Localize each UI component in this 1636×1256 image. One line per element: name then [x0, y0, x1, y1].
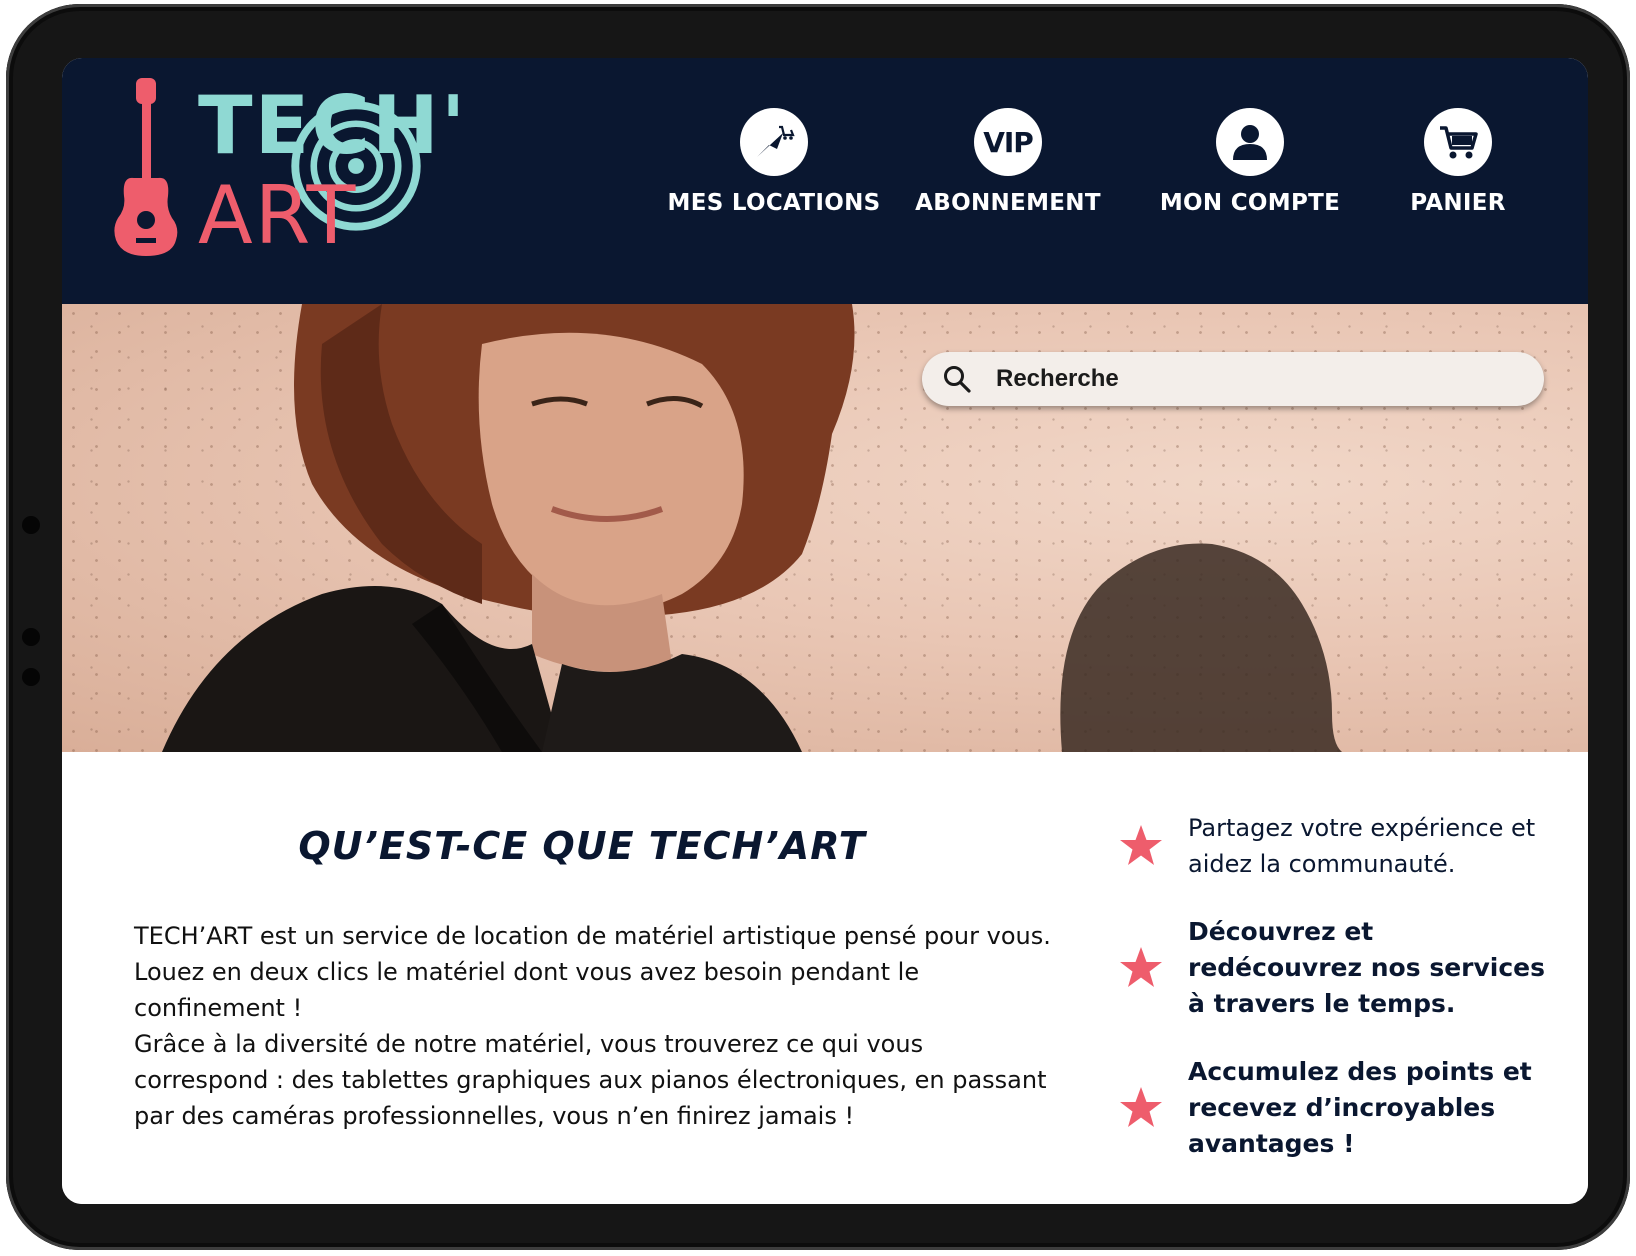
about-section: QU’EST-CE QUE TECH’ART TECH’ART est un s… [62, 752, 1588, 1204]
search-icon [944, 366, 971, 393]
star-icon [1120, 947, 1162, 987]
nav-panier[interactable]: PANIER [1358, 108, 1558, 216]
nav-mes-locations[interactable]: MES LOCATIONS [668, 108, 880, 216]
brand-line2: ART [198, 169, 358, 262]
user-icon [1216, 108, 1284, 176]
star-icon [1120, 1087, 1162, 1127]
feature-text: Accumulez des points et recevez d’incroy… [1188, 1057, 1532, 1158]
brand-line1: TECH' [198, 79, 468, 172]
about-title: QU’EST-CE QUE TECH’ART [298, 824, 866, 868]
search-input[interactable] [994, 364, 1518, 394]
tablet-frame: MES LOCATIONS VIP ABONNEMENT MON COMPTE [6, 4, 1630, 1250]
nav-label: MON COMPTE [1159, 190, 1341, 216]
feature-item: Partagez votre expérience et aidez la co… [1112, 810, 1552, 882]
feature-text: Découvrez et redécouvrez nos services à … [1188, 917, 1546, 1018]
shopping-cart-icon [1424, 108, 1492, 176]
side-button [22, 628, 40, 646]
vip-icon: VIP [974, 108, 1042, 176]
feature-item: Découvrez et redécouvrez nos services à … [1112, 914, 1552, 1022]
nav-label: ABONNEMENT [915, 190, 1101, 216]
guitar-icon [114, 78, 178, 256]
vip-icon-text: VIP [983, 125, 1034, 159]
about-paragraph: Grâce à la diversité de notre matériel, … [134, 1030, 1047, 1130]
rental-cart-icon [740, 108, 808, 176]
side-button [22, 668, 40, 686]
search-bar[interactable] [922, 352, 1544, 406]
nav-mon-compte[interactable]: MON COMPTE [1150, 108, 1350, 216]
star-icon [1120, 825, 1162, 865]
nav-label: PANIER [1410, 190, 1506, 216]
site-header: MES LOCATIONS VIP ABONNEMENT MON COMPTE [62, 58, 1588, 304]
feature-item: Accumulez des points et recevez d’incroy… [1112, 1054, 1552, 1162]
screen: MES LOCATIONS VIP ABONNEMENT MON COMPTE [62, 58, 1588, 1204]
feature-text: Partagez votre expérience et aidez la co… [1188, 814, 1536, 878]
about-description: TECH’ART est un service de location de m… [134, 918, 1054, 1134]
about-paragraph: TECH’ART est un service de location de m… [134, 922, 1051, 1022]
nav-abonnement[interactable]: VIP ABONNEMENT [908, 108, 1108, 216]
nav-label: MES LOCATIONS [667, 190, 881, 216]
side-button [22, 516, 40, 534]
hero-banner [62, 304, 1588, 752]
